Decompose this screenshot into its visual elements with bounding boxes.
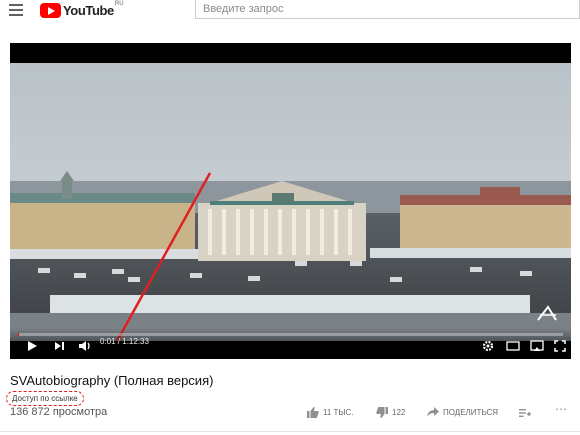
logo-region: RU (114, 1, 124, 7)
logo-text: YouTube (63, 2, 114, 18)
cast-icon[interactable] (530, 340, 544, 352)
share-button[interactable]: ПОДЕЛИТЬСЯ (427, 407, 498, 417)
more-actions-icon[interactable]: ⋯ (555, 402, 567, 416)
share-label: ПОДЕЛИТЬСЯ (443, 407, 499, 417)
divider (0, 431, 580, 432)
access-label: Доступ по ссылке (12, 394, 78, 403)
play-logo-icon (40, 2, 61, 18)
access-badge: Доступ по ссылке (6, 391, 84, 406)
thumbs-down-icon (376, 407, 388, 418)
video-title: SVAutobiography (Полная версия) (10, 373, 214, 388)
search-box[interactable] (195, 0, 580, 19)
top-bar: YouTube RU (0, 0, 580, 22)
add-to-playlist-icon[interactable] (519, 408, 531, 418)
next-icon[interactable] (54, 341, 65, 351)
dislike-button[interactable]: 122 (376, 407, 405, 418)
settings-gear-icon[interactable] (482, 340, 494, 352)
search-input[interactable] (196, 0, 579, 19)
time-current: 0:01 (100, 337, 116, 346)
volume-icon[interactable] (78, 340, 92, 352)
video-frame (10, 63, 571, 341)
menu-icon[interactable] (9, 4, 23, 16)
channel-watermark-icon[interactable] (534, 303, 560, 323)
youtube-logo[interactable]: YouTube RU (40, 1, 124, 19)
view-count: 136 872 просмотра (10, 406, 108, 418)
like-button[interactable]: 11 ТЫС. (307, 407, 354, 418)
thumbs-up-icon (307, 407, 319, 418)
like-count: 11 ТЫС. (323, 408, 354, 417)
progress-bar[interactable] (18, 333, 563, 336)
miniplayer-icon[interactable] (506, 341, 520, 351)
time-display: 0:01 / 1:12:33 (100, 337, 149, 346)
video-player[interactable] (10, 43, 571, 359)
time-total: 1:12:33 (122, 337, 149, 346)
share-icon (427, 407, 439, 417)
play-icon[interactable] (26, 340, 38, 352)
fullscreen-icon[interactable] (554, 340, 566, 352)
dislike-count: 122 (392, 408, 406, 417)
progress-fill (18, 333, 19, 336)
